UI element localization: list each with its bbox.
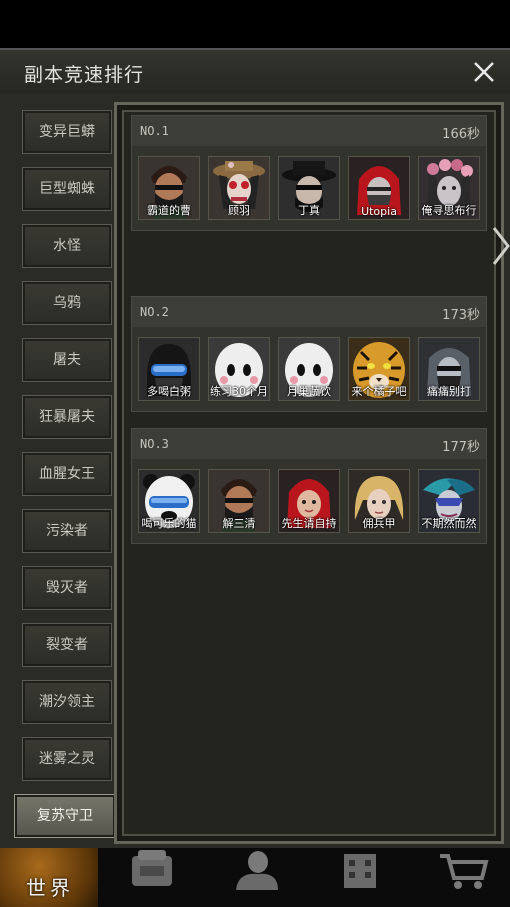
bottom-nav: 世界 xyxy=(0,848,510,907)
player-name: 练习30个月 xyxy=(210,385,268,398)
ranking-card-header: NO.3 177秒 xyxy=(132,429,486,459)
player-card[interactable]: 来个橘子吧 xyxy=(348,337,410,401)
ranking-content: NO.1 166秒 霸道的曹 顾羽 丁真 Utopia 俺寻思布行 NO.2 1… xyxy=(114,102,504,844)
player-card[interactable]: 多喝白粥 xyxy=(138,337,200,401)
ranking-panel: 副本竞速排行 变异巨蟒 巨型蜘蛛 水怪 乌鸦 屠夫 狂暴屠夫 血腥女王 污染者 … xyxy=(0,48,510,860)
player-card[interactable]: 霸道的曹 xyxy=(138,156,200,220)
nav-shop-tab[interactable] xyxy=(436,848,496,907)
nav-building-tab[interactable] xyxy=(332,848,392,907)
rank-number: NO.3 xyxy=(140,437,169,451)
player-name: 不期然而然 xyxy=(421,517,477,530)
nav-world-label: 世界 xyxy=(26,876,74,900)
sidebar-item-polluter[interactable]: 污染者 xyxy=(22,509,112,553)
shop-cart-icon xyxy=(440,854,489,889)
player-name: 多喝白粥 xyxy=(147,385,191,398)
nav-world-tab[interactable]: 世界 xyxy=(0,848,98,907)
player-name: 喝可乐的猫 xyxy=(141,517,197,530)
player-name: 月巢蔬饮 xyxy=(287,385,331,398)
player-name: 解三清 xyxy=(222,517,256,530)
close-icon[interactable] xyxy=(470,58,498,86)
player-name: Utopia xyxy=(361,205,397,218)
player-name: 痛痛别打 xyxy=(427,385,471,398)
nav-character-tab[interactable] xyxy=(228,848,288,907)
player-card[interactable]: 练习30个月 xyxy=(208,337,270,401)
player-card[interactable]: 痛痛别打 xyxy=(418,337,480,401)
sidebar-item-mutant-python[interactable]: 变异巨蟒 xyxy=(22,110,112,154)
ranking-card-header: NO.2 173秒 xyxy=(132,297,486,327)
sidebar-item-fissioner[interactable]: 裂变者 xyxy=(22,623,112,667)
ranking-card-1: NO.1 166秒 霸道的曹 顾羽 丁真 Utopia 俺寻思布行 xyxy=(131,115,487,231)
sidebar-item-crow[interactable]: 乌鸦 xyxy=(22,281,112,325)
player-name: 来个橘子吧 xyxy=(351,385,407,398)
ranking-card-3: NO.3 177秒 喝可乐的猫 解三清 先生请自持 佣兵甲 不期然而然 xyxy=(131,428,487,544)
rank-time: 173秒 xyxy=(442,308,480,323)
close-icon-glyph xyxy=(474,62,494,82)
sidebar-item-mist-spirit[interactable]: 迷雾之灵 xyxy=(22,737,112,781)
rank-time: 166秒 xyxy=(442,127,480,142)
player-name: 丁真 xyxy=(298,204,320,217)
player-card[interactable]: Utopia xyxy=(348,156,410,220)
sidebar-item-destroyer[interactable]: 毁灭者 xyxy=(22,566,112,610)
player-name: 先生请自持 xyxy=(281,517,337,530)
player-list: 多喝白粥 练习30个月 月巢蔬饮 来个橘子吧 痛痛别打 xyxy=(138,337,486,401)
player-list: 喝可乐的猫 解三清 先生请自持 佣兵甲 不期然而然 xyxy=(138,469,486,533)
nav-backpack-tab[interactable] xyxy=(124,848,184,907)
rank-time: 177秒 xyxy=(442,440,480,455)
title-bar: 副本竞速排行 xyxy=(0,50,510,94)
ranking-card-2: NO.2 173秒 多喝白粥 练习30个月 月巢蔬饮 来个橘子吧 痛痛别打 xyxy=(131,296,487,412)
player-card[interactable]: 丁真 xyxy=(278,156,340,220)
sidebar-item-blood-queen[interactable]: 血腥女王 xyxy=(22,452,112,496)
dungeon-sidebar: 变异巨蟒 巨型蜘蛛 水怪 乌鸦 屠夫 狂暴屠夫 血腥女王 污染者 毁灭者 裂变者… xyxy=(14,102,118,842)
sidebar-item-tide-lord[interactable]: 潮汐领主 xyxy=(22,680,112,724)
player-name: 霸道的曹 xyxy=(147,204,191,217)
character-icon xyxy=(236,851,278,890)
expand-arrow-icon[interactable] xyxy=(492,226,510,266)
sidebar-item-butcher[interactable]: 屠夫 xyxy=(22,338,112,382)
player-name: 顾羽 xyxy=(228,204,250,217)
sidebar-item-berserk-butcher[interactable]: 狂暴屠夫 xyxy=(22,395,112,439)
panel-title: 副本竞速排行 xyxy=(24,64,145,86)
player-list: 霸道的曹 顾羽 丁真 Utopia 俺寻思布行 xyxy=(138,156,486,220)
sidebar-item-revival-guard[interactable]: 复苏守卫 xyxy=(14,794,116,838)
player-card[interactable]: 月巢蔬饮 xyxy=(278,337,340,401)
player-card[interactable]: 俺寻思布行 xyxy=(418,156,480,220)
player-name: 佣兵甲 xyxy=(362,517,396,530)
backpack-icon xyxy=(132,850,172,886)
ranking-card-header: NO.1 166秒 xyxy=(132,116,486,146)
rank-number: NO.2 xyxy=(140,305,169,319)
sidebar-item-water-monster[interactable]: 水怪 xyxy=(22,224,112,268)
building-icon xyxy=(344,854,376,888)
rank-number: NO.1 xyxy=(140,124,169,138)
player-card[interactable]: 不期然而然 xyxy=(418,469,480,533)
player-card[interactable]: 先生请自持 xyxy=(278,469,340,533)
player-card[interactable]: 喝可乐的猫 xyxy=(138,469,200,533)
player-name: 俺寻思布行 xyxy=(421,204,477,217)
player-card[interactable]: 顾羽 xyxy=(208,156,270,220)
player-card[interactable]: 佣兵甲 xyxy=(348,469,410,533)
sidebar-item-giant-spider[interactable]: 巨型蜘蛛 xyxy=(22,167,112,211)
player-card[interactable]: 解三清 xyxy=(208,469,270,533)
